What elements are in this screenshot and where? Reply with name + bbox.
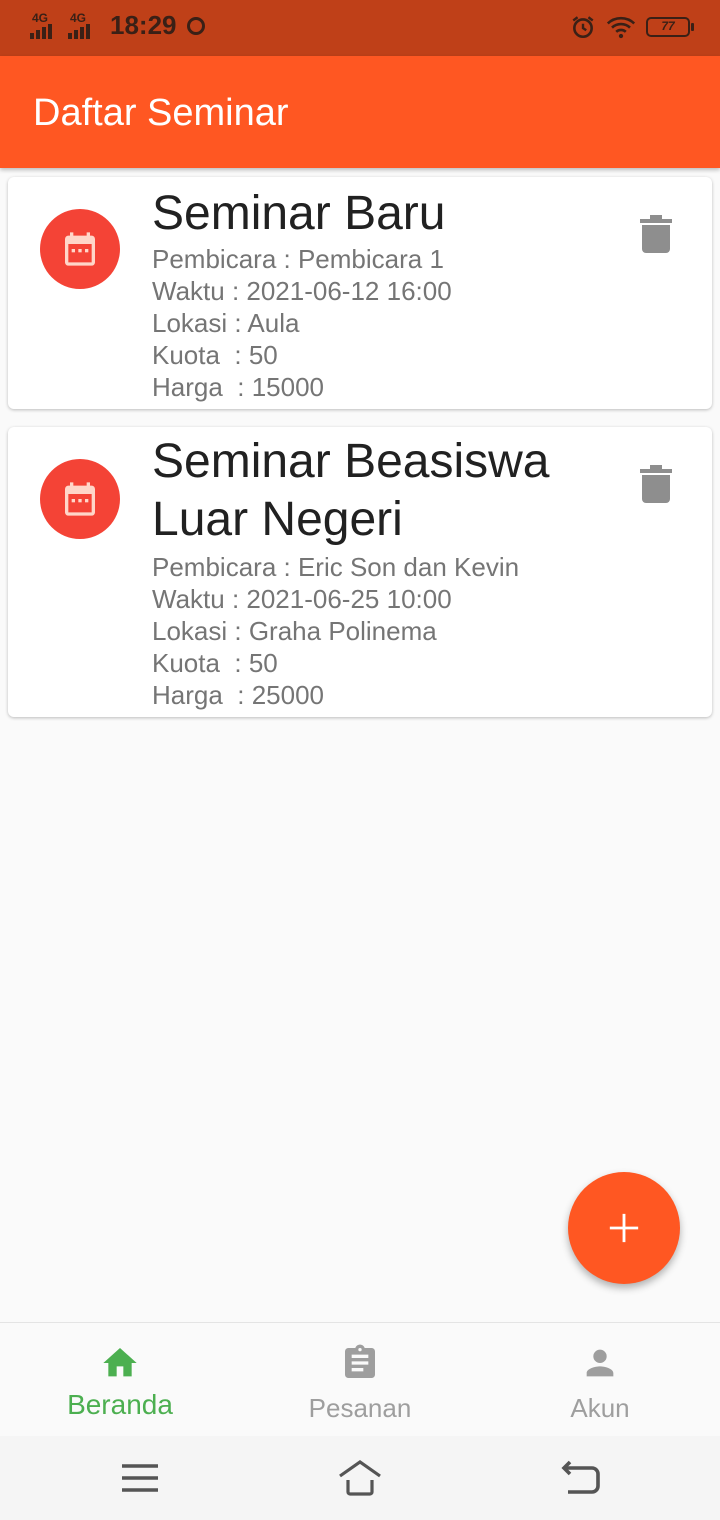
seminar-speaker: Pembicara : Eric Son dan Kevin (152, 552, 520, 582)
chrome-icon (186, 16, 205, 35)
menu-icon[interactable] (116, 1456, 164, 1500)
back-icon[interactable] (556, 1456, 604, 1500)
nav-item-beranda[interactable]: Beranda (0, 1323, 240, 1437)
status-bar: 4G 4G 18:29 77 (0, 0, 720, 56)
signal-icon: 4G (68, 11, 100, 41)
alarm-icon (572, 16, 594, 39)
seminar-time: Waktu : 2021-06-25 10:00 (152, 584, 452, 614)
calendar-icon (65, 482, 95, 516)
network-type-1: 4G (32, 10, 49, 25)
bottom-navigation: Beranda Pesanan Akun (0, 1322, 720, 1437)
seminar-card[interactable]: Seminar Baru Pembicara : Pembicara 1 Wak… (8, 177, 712, 409)
seminar-details: Pembicara : Eric Son dan Kevin Waktu : 2… (152, 551, 519, 711)
seminar-time: Waktu : 2021-06-12 16:00 (152, 276, 452, 306)
seminar-title: Seminar Baru (152, 187, 446, 240)
avatar (40, 209, 120, 289)
nav-label: Pesanan (308, 1393, 412, 1423)
seminar-location: Lokasi : Graha Polinema (152, 616, 437, 646)
seminar-card[interactable]: Seminar Beasiswa Luar Negeri Pembicara :… (8, 427, 712, 717)
page-title: Daftar Seminar (33, 92, 289, 134)
nav-item-pesanan[interactable]: Pesanan (240, 1323, 480, 1437)
seminar-speaker: Pembicara : Pembicara 1 (152, 244, 444, 274)
person-icon (586, 1349, 614, 1377)
calendar-icon (65, 232, 95, 266)
battery-level: 77 (661, 19, 675, 33)
network-type-2: 4G (70, 10, 87, 25)
seminar-price: Harga : 25000 (152, 680, 325, 710)
home-icon (103, 1348, 137, 1377)
add-seminar-button[interactable] (568, 1172, 680, 1284)
app-bar: Daftar Seminar (0, 56, 720, 168)
battery-icon: 77 (646, 17, 694, 37)
seminar-location: Lokasi : Aula (152, 308, 300, 338)
clipboard-icon (345, 1344, 375, 1378)
status-right: 77 (570, 14, 694, 40)
nav-label: Akun (570, 1393, 630, 1423)
avatar (40, 459, 120, 539)
seminar-quota: Kuota : 50 (152, 340, 278, 370)
home-button-icon[interactable] (336, 1456, 384, 1500)
signal-icon: 4G (30, 11, 62, 41)
system-navigation (0, 1436, 720, 1520)
nav-label: Beranda (67, 1389, 173, 1420)
plus-icon (609, 1213, 639, 1243)
wifi-icon (606, 16, 636, 39)
seminar-price: Harga : 15000 (152, 372, 325, 402)
status-left: 4G 4G 18:29 (30, 10, 205, 41)
seminar-title: Seminar Beasiswa Luar Negeri (152, 435, 550, 546)
delete-icon[interactable] (640, 213, 672, 253)
seminar-details: Pembicara : Pembicara 1 Waktu : 2021-06-… (152, 243, 452, 403)
nav-item-akun[interactable]: Akun (480, 1323, 720, 1437)
seminar-quota: Kuota : 50 (152, 648, 278, 678)
status-time: 18:29 (110, 10, 177, 40)
delete-icon[interactable] (640, 463, 672, 503)
